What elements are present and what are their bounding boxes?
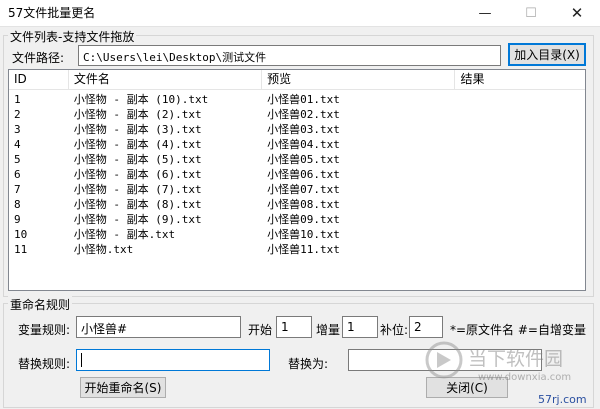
table-row[interactable]: 4 小怪物 - 副本 (4).txt 小怪兽04.txt: [9, 137, 585, 152]
start-input[interactable]: 1: [276, 316, 312, 338]
rule-label: 变量规则:: [18, 323, 71, 337]
row-filename-cell: 小怪物 - 副本 (4).txt: [73, 138, 202, 151]
row-filename-cell: 小怪物 - 副本 (3).txt: [73, 123, 202, 136]
maximize-icon: ☐: [525, 5, 537, 21]
row-preview-cell: 小怪兽04.txt: [267, 138, 340, 151]
table-body: 1 小怪物 - 副本 (10).txt 小怪兽01.txt 2 小怪物 - 副本 (2)…: [9, 92, 585, 257]
table-row[interactable]: 11 小怪物.txt 小怪兽11.txt: [9, 242, 585, 257]
file-list-group-title: 文件列表-支持文件拖放: [8, 28, 137, 45]
row-id-cell: 8: [14, 198, 21, 211]
title-bar: 57文件批量更名 — ☐ ✕: [0, 0, 600, 26]
row-preview-cell: 小怪兽05.txt: [267, 153, 340, 166]
row-preview-cell: 小怪兽09.txt: [267, 213, 340, 226]
row-result-cell: [455, 92, 585, 107]
start-label: 开始: [248, 323, 273, 337]
row-id-cell: 7: [14, 183, 21, 196]
row-result-cell: [455, 167, 585, 182]
add-directory-button[interactable]: 加入目录(X): [508, 43, 586, 66]
row-filename-cell: 小怪物 - 副本 (5).txt: [73, 153, 202, 166]
maximize-button[interactable]: ☐: [508, 0, 554, 26]
table-header: ID 文件名 预览 结果: [9, 70, 585, 90]
watermark-corner: 57rj.com: [538, 393, 587, 406]
row-filename-cell: 小怪物 - 副本 (10).txt: [73, 93, 209, 106]
row-filename-cell: 小怪物 - 副本 (9).txt: [73, 213, 202, 226]
pad-input[interactable]: 2: [409, 316, 443, 338]
row-id-cell: 3: [14, 123, 21, 136]
table-row[interactable]: 6 小怪物 - 副本 (6).txt 小怪兽06.txt: [9, 167, 585, 182]
row-id-cell: 1: [14, 93, 21, 106]
path-input[interactable]: C:\Users\lei\Desktop\测试文件: [78, 45, 501, 66]
file-table[interactable]: ID 文件名 预览 结果 1 小怪物 - 副本 (10).txt 小怪兽01.txt…: [8, 69, 586, 291]
row-result-cell: [455, 227, 585, 242]
watermark: 当下软件园 www.downxia.com 57rj.com: [420, 338, 600, 409]
row-filename-cell: 小怪物 - 副本.txt: [73, 228, 176, 241]
row-result-cell: [455, 107, 585, 122]
variable-hint: *=原文件名 #=自增变量: [450, 323, 586, 337]
row-result-cell: [455, 152, 585, 167]
rename-rules-group-title: 重命名规则: [8, 296, 73, 313]
row-result-cell: [455, 122, 585, 137]
replace-label: 替换规则:: [18, 357, 71, 371]
table-row[interactable]: 7 小怪物 - 副本 (7).txt 小怪兽07.txt: [9, 182, 585, 197]
row-result-cell: [455, 242, 585, 257]
row-id-cell: 11: [14, 243, 28, 256]
row-result-cell: [455, 212, 585, 227]
row-preview-cell: 小怪兽03.txt: [267, 123, 340, 136]
table-row[interactable]: 2 小怪物 - 副本 (2).txt 小怪兽02.txt: [9, 107, 585, 122]
row-filename-cell: 小怪物 - 副本 (8).txt: [73, 198, 202, 211]
watermark-brand: 当下软件园: [468, 348, 564, 370]
row-preview-cell: 小怪兽11.txt: [267, 243, 340, 256]
row-id-cell: 4: [14, 138, 21, 151]
row-preview-cell: 小怪兽07.txt: [267, 183, 340, 196]
close-window-button[interactable]: ✕: [554, 0, 600, 26]
table-row[interactable]: 3 小怪物 - 副本 (3).txt 小怪兽03.txt: [9, 122, 585, 137]
column-header-filename[interactable]: 文件名: [69, 70, 263, 90]
step-input[interactable]: 1: [342, 316, 378, 338]
row-filename-cell: 小怪物.txt: [73, 243, 134, 256]
watermark-logo: [425, 341, 463, 379]
minimize-button[interactable]: —: [462, 0, 508, 26]
column-header-preview[interactable]: 预览: [262, 70, 456, 90]
pad-label: 补位:: [380, 323, 409, 337]
table-row[interactable]: 5 小怪物 - 副本 (5).txt 小怪兽05.txt: [9, 152, 585, 167]
row-id-cell: 5: [14, 153, 21, 166]
replace-with-label: 替换为:: [288, 357, 329, 371]
step-label: 增量: [316, 323, 341, 337]
row-id-cell: 10: [14, 228, 28, 241]
row-preview-cell: 小怪兽08.txt: [267, 198, 340, 211]
row-filename-cell: 小怪物 - 副本 (6).txt: [73, 168, 202, 181]
table-row[interactable]: 1 小怪物 - 副本 (10).txt 小怪兽01.txt: [9, 92, 585, 107]
row-preview-cell: 小怪兽01.txt: [267, 93, 340, 106]
start-rename-button[interactable]: 开始重命名(S): [80, 377, 166, 398]
row-result-cell: [455, 197, 585, 212]
close-icon: ✕: [570, 4, 584, 22]
table-row[interactable]: 10 小怪物 - 副本.txt 小怪兽10.txt: [9, 227, 585, 242]
table-row[interactable]: 9 小怪物 - 副本 (9).txt 小怪兽09.txt: [9, 212, 585, 227]
row-filename-cell: 小怪物 - 副本 (2).txt: [73, 108, 202, 121]
watermark-url: www.downxia.com: [478, 372, 572, 383]
row-result-cell: [455, 182, 585, 197]
minimize-icon: —: [478, 5, 492, 21]
row-preview-cell: 小怪兽02.txt: [267, 108, 340, 121]
rule-input[interactable]: 小怪兽#: [76, 316, 241, 338]
row-filename-cell: 小怪物 - 副本 (7).txt: [73, 183, 202, 196]
text-cursor: [81, 353, 82, 367]
column-header-result[interactable]: 结果: [455, 70, 585, 90]
row-id-cell: 2: [14, 108, 21, 121]
path-label: 文件路径:: [12, 51, 65, 65]
row-result-cell: [455, 137, 585, 152]
row-id-cell: 9: [14, 213, 21, 226]
table-row[interactable]: 8 小怪物 - 副本 (8).txt 小怪兽08.txt: [9, 197, 585, 212]
replace-input[interactable]: [76, 349, 270, 371]
column-header-id[interactable]: ID: [9, 70, 69, 90]
window-title: 57文件批量更名: [8, 6, 96, 20]
row-preview-cell: 小怪兽10.txt: [267, 228, 340, 241]
row-preview-cell: 小怪兽06.txt: [267, 168, 340, 181]
row-id-cell: 6: [14, 168, 21, 181]
